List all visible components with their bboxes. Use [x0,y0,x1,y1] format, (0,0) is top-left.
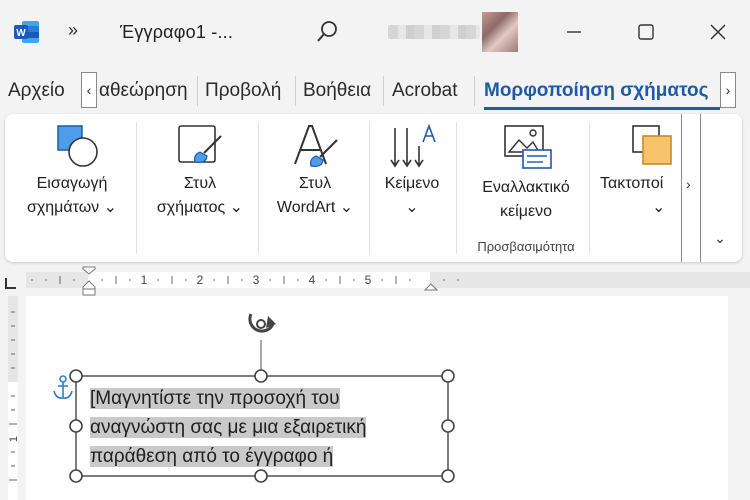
insert-shapes-label-line1: Εισαγωγή [36,175,108,192]
arrange-icon [632,125,672,165]
document-title[interactable]: Έγγραφο1 -... [120,22,233,43]
tab-acrobat[interactable]: Acrobat [392,80,457,102]
wordart-styles-label: Στυλ WordArt ⌄ [263,172,367,220]
text-line: [Μαγνητίστε την προσοχή του [90,388,340,409]
avatar[interactable] [482,12,518,52]
tab-review[interactable]: αθεώρηση [99,80,188,102]
tab-scroll-left-button[interactable]: ‹ [81,72,97,108]
arrange-label-line1: Τακτοποί [600,175,664,192]
shape-styles-label-line1: Στυλ [183,175,217,192]
text-line: παράθεση από το έγγραφο ή [90,446,334,467]
quick-access-overflow-button[interactable]: » [68,20,78,41]
wordart-styles-label-line1: Στυλ [298,175,332,192]
tab-divider [474,76,475,106]
insert-shapes-label: Εισαγωγή σχημάτων ⌄ [13,172,131,220]
shape-styles-label: Στυλ σχήματος ⌄ [141,172,259,220]
tab-selector-icon[interactable] [0,270,26,296]
word-app-icon[interactable]: W [14,20,40,44]
tab-file[interactable]: Αρχείο [8,80,65,102]
tab-view[interactable]: Προβολή [205,80,281,102]
alt-text-label-line1: Εναλλακτικό [482,179,570,196]
ribbon: Εισαγωγή σχημάτων ⌄ Στυλ σχήματος ⌄ Στυλ… [5,114,742,262]
wordart-icon [294,125,338,167]
ruler-number: 2 [197,273,204,287]
arrange-button[interactable]: Τακτοποί ⌄ [595,114,681,262]
text-button[interactable]: Κείμενο ⌄ [373,114,451,262]
group-divider [136,122,137,254]
rotate-handle-icon[interactable] [248,313,276,333]
insert-shapes-label-line2: σχημάτων ⌄ [26,199,118,216]
ruler-number: 5 [365,273,372,287]
alt-text-label: Εναλλακτικό κείμενο [461,176,591,224]
wordart-styles-label-line2: WordArt ⌄ [276,199,354,216]
ribbon-scroll-right-glyph: › [686,176,691,192]
tab-divider [295,76,296,106]
shapes-icon [57,125,98,167]
svg-text:W: W [16,28,26,39]
ruler-number: 4 [309,273,316,287]
account-name-blurred [388,25,480,39]
group-divider [369,122,370,254]
vertical-ruler-number: 1 [8,436,20,442]
alt-text-label-line2: κείμενο [500,203,552,220]
text-label-line2: ⌄ [405,199,419,216]
title-bar: W » Έγγραφο1 -... [0,0,750,64]
tab-help[interactable]: Βοήθεια [303,80,371,102]
insert-shapes-button[interactable]: Εισαγωγή σχημάτων ⌄ [13,114,131,262]
text-label: Κείμενο ⌄ [373,172,451,220]
indent-markers[interactable] [82,266,96,296]
shape-styles-label-line2: σχήματος ⌄ [156,199,244,216]
ruler-ticks: 1 2 3 4 5 [26,272,750,288]
group-label-accessibility: Προσβασιμότητα [477,239,575,254]
arrange-label: Τακτοποί ⌄ [595,172,681,220]
vertical-ruler-ticks: 1 [8,296,20,500]
tab-divider [383,76,384,106]
alt-text-icon [504,125,552,169]
text-box-content[interactable]: [Μαγνητίστε την προσοχή του αναγνώστη σα… [90,384,410,471]
ribbon-scroll-right-button[interactable]: › [681,114,701,262]
ruler-number: 1 [141,273,148,287]
horizontal-ruler[interactable]: 1 2 3 4 5 [26,266,750,296]
ribbon-expand-button[interactable]: ⌄ [707,230,733,254]
canvas-background [728,296,750,500]
group-divider [456,122,457,254]
wordart-styles-button[interactable]: Στυλ WordArt ⌄ [263,114,367,262]
close-icon[interactable] [698,16,738,48]
minimize-icon[interactable] [554,16,594,48]
vertical-ruler[interactable]: 1 [0,296,26,500]
group-divider [589,122,590,254]
text-direction-icon [390,123,436,168]
ruler-number: 3 [253,273,260,287]
search-icon[interactable] [313,18,341,46]
tab-shape-format[interactable]: Μορφοποίηση σχήματος [484,80,709,102]
right-indent-marker[interactable] [424,278,438,292]
shape-styles-button[interactable]: Στυλ σχήματος ⌄ [141,114,259,262]
text-line: αναγνώστη σας με μια εξαιρετική [90,417,367,438]
arrange-label-line2: ⌄ [652,199,666,216]
maximize-icon[interactable] [626,16,666,48]
tab-scroll-right-button[interactable]: › [720,72,736,108]
active-tab-indicator [484,107,720,110]
shape-style-icon [178,125,222,163]
group-divider [258,122,259,254]
text-label-line1: Κείμενο [384,175,440,192]
tab-divider [197,76,198,106]
ribbon-tabs: Αρχείο ‹ αθεώρηση Προβολή Βοήθεια Acroba… [0,70,750,114]
